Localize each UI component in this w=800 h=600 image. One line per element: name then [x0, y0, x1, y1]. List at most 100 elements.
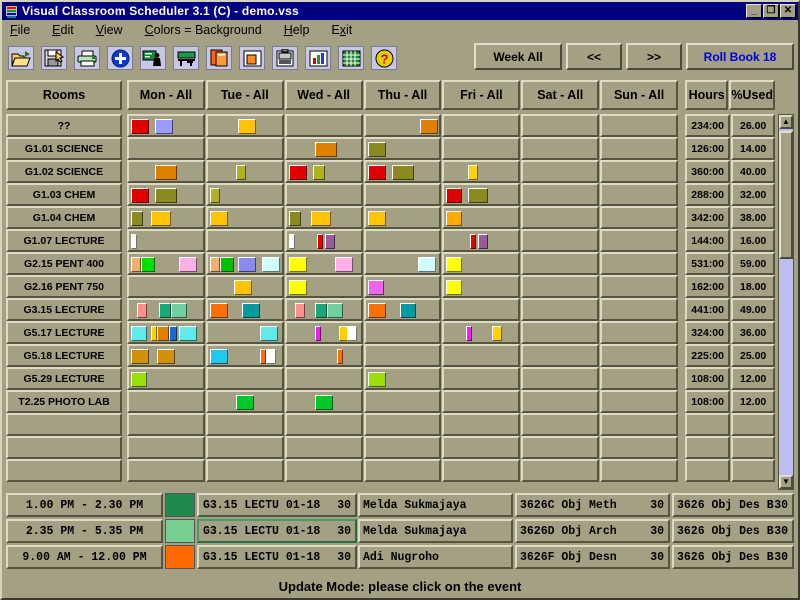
save-disk-icon[interactable]	[41, 46, 67, 70]
grid-table-icon[interactable]	[338, 46, 364, 70]
copy-pages-icon[interactable]	[206, 46, 232, 70]
schedule-cell[interactable]	[127, 183, 205, 206]
schedule-cell[interactable]	[284, 114, 363, 137]
schedule-cell[interactable]	[284, 413, 363, 436]
schedule-cell[interactable]	[442, 137, 521, 160]
room-cell[interactable]: G1.04 CHEM	[6, 206, 122, 229]
event-block[interactable]	[179, 257, 197, 272]
schedule-cell[interactable]	[363, 321, 442, 344]
schedule-cell[interactable]	[363, 459, 442, 482]
event-block[interactable]	[261, 257, 280, 272]
event-block[interactable]	[141, 257, 155, 272]
schedule-cell[interactable]	[363, 206, 442, 229]
event-block[interactable]	[419, 119, 438, 134]
event-block[interactable]	[312, 165, 325, 180]
schedule-cell[interactable]	[363, 114, 442, 137]
event-subject-primary[interactable]: 3626D Obj Arch 30	[515, 519, 670, 543]
event-block[interactable]	[131, 234, 137, 249]
event-block[interactable]	[131, 188, 149, 203]
schedule-cell[interactable]	[205, 321, 284, 344]
schedule-cell[interactable]	[363, 367, 442, 390]
day-header-2[interactable]: Wed - All	[284, 80, 363, 110]
room-cell[interactable]: G1.03 CHEM	[6, 183, 122, 206]
schedule-cell[interactable]	[205, 298, 284, 321]
schedule-cell[interactable]	[205, 137, 284, 160]
schedule-cell[interactable]	[127, 252, 205, 275]
event-row[interactable]: 1.00 PM - 2.30 PM G3.15 LECTU 01-18 30 Meld…	[6, 493, 794, 517]
schedule-cell[interactable]	[442, 160, 521, 183]
event-block[interactable]	[209, 188, 220, 203]
event-block[interactable]	[310, 211, 331, 226]
schedule-cell[interactable]	[521, 252, 600, 275]
schedule-cell[interactable]	[127, 413, 205, 436]
schedule-cell[interactable]	[521, 114, 600, 137]
schedule-cell[interactable]	[205, 114, 284, 137]
event-block[interactable]	[265, 349, 276, 364]
schedule-cell[interactable]	[521, 206, 600, 229]
schedule-cell[interactable]	[521, 183, 600, 206]
event-block[interactable]	[131, 349, 149, 364]
schedule-cell[interactable]	[205, 275, 284, 298]
event-block[interactable]	[131, 257, 141, 272]
event-time[interactable]: 9.00 AM - 12.00 PM	[6, 545, 163, 569]
schedule-cell[interactable]	[127, 436, 205, 459]
room-cell[interactable]: T2.25 PHOTO LAB	[6, 390, 122, 413]
event-block[interactable]	[367, 303, 386, 318]
event-block[interactable]	[367, 372, 386, 387]
schedule-cell[interactable]	[363, 183, 442, 206]
event-block[interactable]	[468, 165, 479, 180]
event-subject-primary[interactable]: 3626F Obj Desn 30	[515, 545, 670, 569]
event-color-swatch[interactable]	[165, 519, 195, 543]
event-block[interactable]	[237, 257, 256, 272]
schedule-cell[interactable]	[284, 390, 363, 413]
event-block[interactable]	[131, 211, 143, 226]
schedule-cell[interactable]	[600, 459, 679, 482]
day-header-5[interactable]: Sat - All	[521, 80, 600, 110]
schedule-cell[interactable]	[442, 229, 521, 252]
event-block[interactable]	[235, 395, 254, 410]
schedule-cell[interactable]	[442, 367, 521, 390]
open-folder-icon[interactable]	[8, 46, 34, 70]
schedule-cell[interactable]	[600, 137, 679, 160]
schedule-cell[interactable]	[600, 252, 679, 275]
schedule-cell[interactable]	[284, 229, 363, 252]
schedule-cell[interactable]	[284, 321, 363, 344]
event-block[interactable]	[314, 326, 321, 341]
schedule-cell[interactable]	[205, 229, 284, 252]
schedule-cell[interactable]	[600, 183, 679, 206]
schedule-cell[interactable]	[521, 459, 600, 482]
event-block[interactable]	[446, 188, 463, 203]
event-block[interactable]	[209, 257, 220, 272]
event-block[interactable]	[288, 234, 295, 249]
event-subject-secondary[interactable]: 3626 Obj Des B 30	[672, 519, 794, 543]
event-block[interactable]	[399, 303, 416, 318]
schedule-cell[interactable]	[442, 114, 521, 137]
schedule-cell[interactable]	[363, 275, 442, 298]
schedule-cell[interactable]	[205, 367, 284, 390]
schedule-cell[interactable]	[521, 321, 600, 344]
schedule-cell[interactable]	[442, 413, 521, 436]
event-block[interactable]	[288, 257, 307, 272]
event-block[interactable]	[131, 119, 149, 134]
event-block[interactable]	[326, 303, 343, 318]
event-block[interactable]	[324, 234, 335, 249]
schedule-cell[interactable]	[521, 229, 600, 252]
event-block[interactable]	[259, 326, 278, 341]
schedule-cell[interactable]	[521, 298, 600, 321]
room-cell[interactable]: G5.17 LECTURE	[6, 321, 122, 344]
schedule-cell[interactable]	[442, 206, 521, 229]
event-block[interactable]	[209, 349, 228, 364]
menu-edit[interactable]: Edit	[52, 23, 74, 37]
schedule-cell[interactable]	[205, 436, 284, 459]
schedule-cell[interactable]	[600, 206, 679, 229]
minimize-button[interactable]: _	[746, 4, 762, 18]
event-block[interactable]	[288, 211, 301, 226]
schedule-cell[interactable]	[284, 344, 363, 367]
event-block[interactable]	[237, 119, 256, 134]
schedule-cell[interactable]	[363, 344, 442, 367]
schedule-cell[interactable]	[442, 344, 521, 367]
event-staff[interactable]: Melda Sukmajaya	[358, 493, 513, 517]
schedule-cell[interactable]	[442, 321, 521, 344]
event-block[interactable]	[155, 119, 173, 134]
event-block[interactable]	[155, 188, 177, 203]
